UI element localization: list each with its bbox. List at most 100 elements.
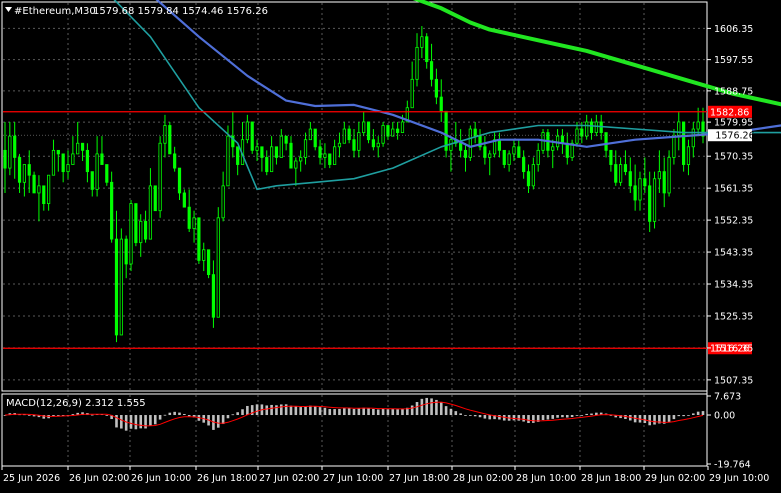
candle-body [575,128,579,144]
candle-body [536,149,540,165]
candle-body [463,149,468,158]
macd-bar [677,415,681,417]
candle-body [177,167,182,194]
candle-body [396,128,400,133]
candle-body [686,146,691,165]
chart-canvas[interactable]: 1582.861516.26 1606.351597.551588.751579… [0,0,781,489]
candle-body [37,185,41,194]
price-tick-label: 1561.35 [714,184,753,195]
candle-body [66,164,70,173]
current-price-tag: 1576.26 [708,129,755,142]
macd-bar [643,415,647,424]
ohlc-readout: 1579.68 1579.84 1574.46 1576.26 [93,6,268,17]
macd-bar [565,415,569,418]
candle-body [526,171,531,187]
macd-bar [352,408,356,416]
candle-body [197,217,201,261]
macd-bar [425,397,429,416]
macd-bar [522,415,525,422]
macd-bar [134,415,138,430]
candle-body [337,142,342,148]
macd-bar [338,408,341,416]
macd-bar [328,409,332,416]
candle-body [672,135,676,158]
macd-bar [226,415,230,419]
macd-bar [570,415,574,417]
candle-body [682,121,686,165]
candle-body [468,128,472,158]
candle-body [488,153,492,158]
macd-bar [454,411,458,416]
macd-bar [289,405,293,416]
macd-bar [517,415,521,421]
time-tick-label: 28 Jun 10:00 [516,473,576,484]
macd-bar [541,415,545,421]
macd-bar [163,414,167,416]
macd-bar [246,405,249,416]
time-tick-label: 26 Jun 18:00 [197,473,257,484]
macd-bar [129,415,133,429]
macd-bar [430,398,433,416]
macd-bar [381,408,385,416]
candle-body [202,249,206,261]
candle-body [696,121,700,130]
price-tick-label: 1516.35 [714,343,753,354]
candle-body [371,139,375,148]
macd-bar [357,408,361,416]
candle-body [551,146,555,151]
candle-body [95,153,99,190]
macd-bar [410,405,414,416]
candle-body [589,121,594,133]
candle-body [284,135,288,144]
candle-body [497,139,502,151]
candle-body [429,61,434,80]
candle-body [85,149,90,173]
candle-body [173,153,177,169]
macd-bar [449,408,453,416]
candle-body [216,217,220,318]
macd-label: MACD(12,26,9) 2.312 1.555 [6,398,146,409]
candle-body [415,46,419,80]
candle-body [105,164,109,183]
price-tick-label: 1570.35 [714,152,753,163]
candle-body [56,149,60,155]
candle-body [425,36,429,62]
candle-body [677,121,681,137]
candle-body [265,157,269,173]
macd-bar [498,415,501,420]
price-tick-label: 1588.75 [714,86,753,97]
candle-body [376,142,380,148]
time-tick-label: 27 Jun 02:00 [259,473,319,484]
candle-body [226,135,230,187]
candle-body [594,121,598,133]
macd-bar [71,414,75,416]
candle-body [657,171,661,180]
candle-body [129,203,133,265]
macd-bar [255,404,259,416]
candle-body [17,157,22,183]
candle-body [585,121,589,137]
trading-chart[interactable]: 1582.86 1516.26 1606.35 1597.55 1588.75 1579… [0,0,781,489]
candle-body [143,220,148,240]
macd-bar [367,408,370,416]
macd-bar [701,411,705,416]
candle-body [357,132,361,151]
candle-body [250,121,254,151]
macd-bar [483,415,487,419]
macd-bar [648,415,651,426]
candle-body [153,185,157,212]
candle-body [139,220,143,244]
candle-body [192,217,196,229]
candle-body [274,146,279,158]
macd-tick-label: -19.764 [714,460,751,471]
price-tick-label: 1543.35 [714,248,753,259]
candle-body [609,149,613,165]
time-tick-label: 27 Jun 18:00 [389,473,449,484]
candle-body [134,203,138,244]
macd-bar [187,415,191,417]
macd-bar [595,412,598,416]
candle-body [507,153,511,165]
macd-bar [590,413,593,416]
macd-bar [585,413,588,416]
candle-body [667,157,671,194]
